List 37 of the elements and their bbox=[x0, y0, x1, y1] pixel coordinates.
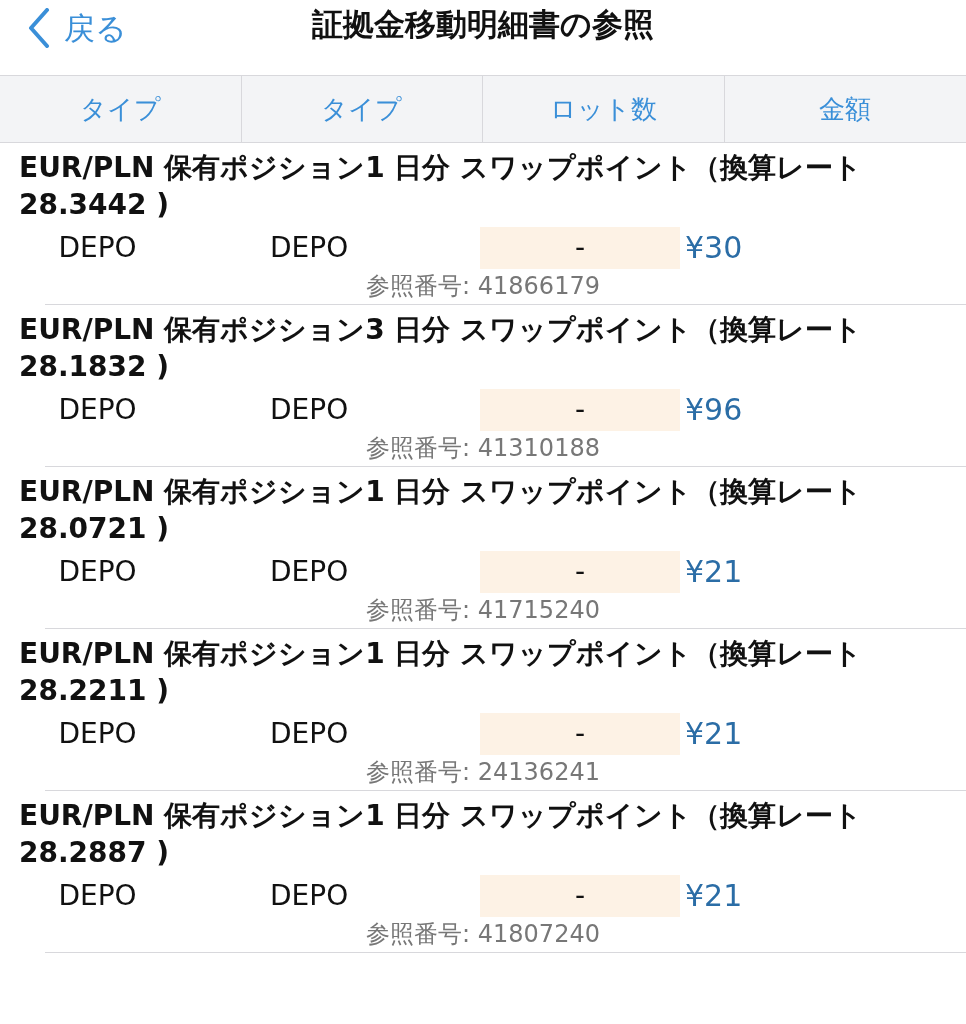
reference-number: 参照番号: 41807240 bbox=[366, 919, 600, 950]
column-header[interactable]: タイプ bbox=[0, 76, 242, 142]
amount-cell: ¥21 bbox=[685, 878, 743, 913]
amount-cell: ¥21 bbox=[685, 716, 743, 751]
entry-title: EUR/PLN 保有ポジション1 日分 スワップポイント（換算レート 28.2887 ) bbox=[19, 798, 864, 871]
entry-title: EUR/PLN 保有ポジション3 日分 スワップポイント（換算レート 28.1832 ) bbox=[19, 312, 864, 385]
type-cell-text: DEPO bbox=[58, 553, 137, 590]
lots-cell: - bbox=[480, 874, 680, 917]
lots-cell: - bbox=[480, 226, 680, 269]
back-button[interactable]: 戻る bbox=[28, 5, 127, 52]
column-header[interactable]: 金額 bbox=[724, 76, 966, 142]
lots-cell: - bbox=[480, 712, 680, 755]
reference-number: 参照番号: 24136241 bbox=[366, 757, 600, 788]
column-header[interactable]: ロット数 bbox=[483, 76, 725, 142]
page-title: 証拠金移動明細書の参照 bbox=[312, 5, 654, 45]
lots-cell: - bbox=[480, 388, 680, 431]
column-header[interactable]: タイプ bbox=[241, 76, 483, 142]
amount-cell: ¥30 bbox=[685, 230, 743, 265]
type-cell-text: DEPO bbox=[270, 877, 349, 914]
type-cell-text: DEPO bbox=[58, 877, 137, 914]
entry-title: EUR/PLN 保有ポジション1 日分 スワップポイント（換算レート 28.3442 ) bbox=[19, 150, 864, 223]
amount-cell: ¥21 bbox=[685, 554, 743, 589]
type-cell-text: DEPO bbox=[270, 715, 349, 752]
reference-number: 参照番号: 41866179 bbox=[366, 271, 600, 302]
reference-number: 参照番号: 41715240 bbox=[366, 595, 600, 626]
amount-cell: ¥96 bbox=[685, 392, 743, 427]
lots-cell: - bbox=[480, 550, 680, 593]
type-cell-text: DEPO bbox=[58, 715, 137, 752]
type-cell-text: DEPO bbox=[270, 391, 349, 428]
type-cell-text: DEPO bbox=[270, 553, 349, 590]
reference-number: 参照番号: 41310188 bbox=[366, 433, 600, 464]
chevron-left-icon bbox=[28, 8, 50, 49]
entry-title: EUR/PLN 保有ポジション1 日分 スワップポイント（換算レート 28.2211 ) bbox=[19, 636, 864, 709]
entry-title: EUR/PLN 保有ポジション1 日分 スワップポイント（換算レート 28.0721 ) bbox=[19, 474, 864, 547]
type-cell-text: DEPO bbox=[58, 229, 137, 266]
type-cell-text: DEPO bbox=[58, 391, 137, 428]
type-cell-text: DEPO bbox=[270, 229, 349, 266]
